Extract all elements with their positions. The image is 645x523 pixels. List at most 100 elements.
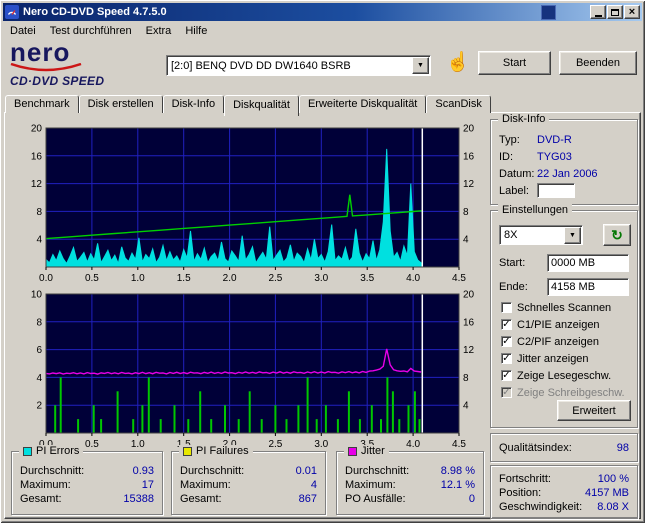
settings-group: Einstellungen 8X ▼ ↻ Start: Ende: Schnel… [490,204,638,428]
svg-text:4: 4 [36,235,42,246]
settings-group-title: Einstellungen [498,204,573,216]
checkbox-c2-pif-anzeigen[interactable]: ✓ C2/PIF anzeigen [501,335,599,348]
svg-text:8: 8 [36,317,42,328]
checkbox-c1-pie-anzeigen[interactable]: ✓ C1/PIE anzeigen [501,318,600,331]
svg-text:1.0: 1.0 [131,273,145,284]
quality-index-value: 98 [616,442,629,454]
minimize-button[interactable] [590,5,606,19]
refresh-icon: ↻ [611,226,623,243]
checkbox-box: ✓ [501,387,512,398]
nero-logo-subtitle: CD·DVD SPEED [10,74,105,88]
checkbox-box: ✓ [501,319,512,330]
svg-text:2: 2 [36,401,42,412]
start-button[interactable]: Start [478,51,551,75]
disk-typ-label: Typ: [499,134,520,146]
disk-typ-value: DVD-R [537,134,572,146]
jitter-max-label: Maximum: [345,479,396,491]
svg-text:12: 12 [463,179,475,190]
svg-text:16: 16 [463,317,475,328]
tab-disk-erstellen[interactable]: Disk erstellen [78,95,163,113]
speed-select[interactable]: 8X ▼ [499,225,583,245]
pi-failures-legend-chip [183,446,192,456]
tab-diskqualitaet[interactable]: Diskqualität [224,95,299,116]
svg-text:16: 16 [463,151,475,162]
svg-text:4.5: 4.5 [452,439,466,450]
end-mb-field[interactable] [547,278,629,296]
titlebar-badge [541,5,556,20]
app-window: Nero CD-DVD Speed 4.7.5.0 × Datei Test d… [0,0,645,523]
checkbox-jitter-anzeigen[interactable]: ✓ Jitter anzeigen [501,352,589,365]
svg-text:4.0: 4.0 [406,273,420,284]
pie-avg-value: 0.93 [132,465,154,477]
checkbox-zeige-lesegeschw[interactable]: ✓ Zeige Lesegeschw. [501,369,611,382]
position-label: Position: [499,487,542,499]
drive-select-value: [2:0] BENQ DVD DD DW1640 BSRB [171,59,351,72]
tab-strip: Benchmark Disk erstellen Disk-Info Diskq… [5,93,491,116]
jitter-avg-value: 8.98 % [440,465,475,477]
disk-id-label: ID: [499,151,514,163]
svg-text:3.5: 3.5 [360,273,374,284]
svg-text:10: 10 [31,290,43,301]
svg-text:2.5: 2.5 [268,273,282,284]
geschwindigkeit-label: Geschwindigkeit: [499,501,583,513]
close-icon: × [628,6,636,18]
menu-item-extra[interactable]: Extra [139,23,179,39]
svg-text:3.0: 3.0 [314,439,328,450]
window-title: Nero CD-DVD Speed 4.7.5.0 [23,6,167,18]
maximize-button[interactable] [607,5,623,19]
svg-text:2.5: 2.5 [268,439,282,450]
title-bar[interactable]: Nero CD-DVD Speed 4.7.5.0 × [3,3,642,21]
fortschritt-label: Fortschritt: [499,473,551,485]
menu-item-hilfe[interactable]: Hilfe [178,23,214,39]
tab-disk-info[interactable]: Disk-Info [162,95,225,113]
pi-failures-panel: PI Failures Durchschnitt: 0.01 Maximum: 4 … [171,445,326,515]
svg-text:20: 20 [463,290,475,301]
po-failures-value: 0 [468,493,475,505]
quality-index-label: Qualitätsindex: [499,442,572,454]
checkbox-box: ✓ [501,353,512,364]
pi-errors-panel-title: PI Errors [36,445,80,457]
svg-text:4: 4 [36,373,42,384]
chevron-down-icon[interactable]: ▼ [564,226,581,244]
eject-hand-icon[interactable]: ☝ [446,50,470,74]
pif-max-value: 4 [310,479,317,491]
svg-text:20: 20 [463,124,475,135]
close-button[interactable]: × [624,5,640,19]
advanced-button[interactable]: Erweitert [557,400,631,421]
svg-text:8: 8 [463,373,469,384]
jitter-panel: Jitter Durchschnitt: 8.98 % Maximum: 12.1 … [336,445,484,515]
refresh-button[interactable]: ↻ [603,224,631,246]
geschwindigkeit-value: 8.08 X [597,501,629,513]
disk-info-group-title: Disk-Info [498,113,550,125]
pi-failures-jitter-chart: 246810481216200.00.51.01.52.02.53.03.54.… [31,290,475,451]
svg-text:12: 12 [31,179,43,190]
checkbox-box: ✓ [501,370,512,381]
start-mb-label: Start: [499,257,526,269]
pif-total-label: Gesamt: [180,493,222,505]
svg-text:1.5: 1.5 [177,273,191,284]
tab-erweiterte-diskqualitaet[interactable]: Erweiterte Diskqualität [298,95,427,113]
tab-benchmark[interactable]: Benchmark [5,95,79,113]
fortschritt-value: 100 % [597,473,629,485]
quit-button[interactable]: Beenden [559,51,637,75]
end-mb-label: Ende: [499,281,528,293]
pif-total-value: 867 [298,493,317,505]
pif-avg-value: 0.01 [295,465,317,477]
tab-scandisk[interactable]: ScanDisk [426,95,491,113]
checkbox-schnelles-scannen[interactable]: Schnelles Scannen [501,301,611,314]
svg-text:4.0: 4.0 [406,439,420,450]
chevron-down-icon[interactable]: ▼ [412,57,429,74]
start-mb-field[interactable] [547,254,629,272]
pif-max-label: Maximum: [180,479,231,491]
nero-logo: nero CD·DVD SPEED [10,39,162,88]
checkbox-box: ✓ [501,336,512,347]
pi-errors-legend-chip [23,446,32,456]
disk-info-group: Disk-Info Typ: DVD-R ID: TYG03 Datum: 22 Ja… [490,113,638,205]
drive-select[interactable]: [2:0] BENQ DVD DD DW1640 BSRB ▼ [166,55,431,76]
pie-total-label: Gesamt: [20,493,62,505]
svg-text:4.5: 4.5 [452,273,466,284]
checkbox-box [501,302,512,313]
speed-select-value: 8X [504,229,518,241]
svg-text:0.5: 0.5 [85,439,99,450]
menu-bar: Datei Test durchführen Extra Hilfe [3,22,642,40]
